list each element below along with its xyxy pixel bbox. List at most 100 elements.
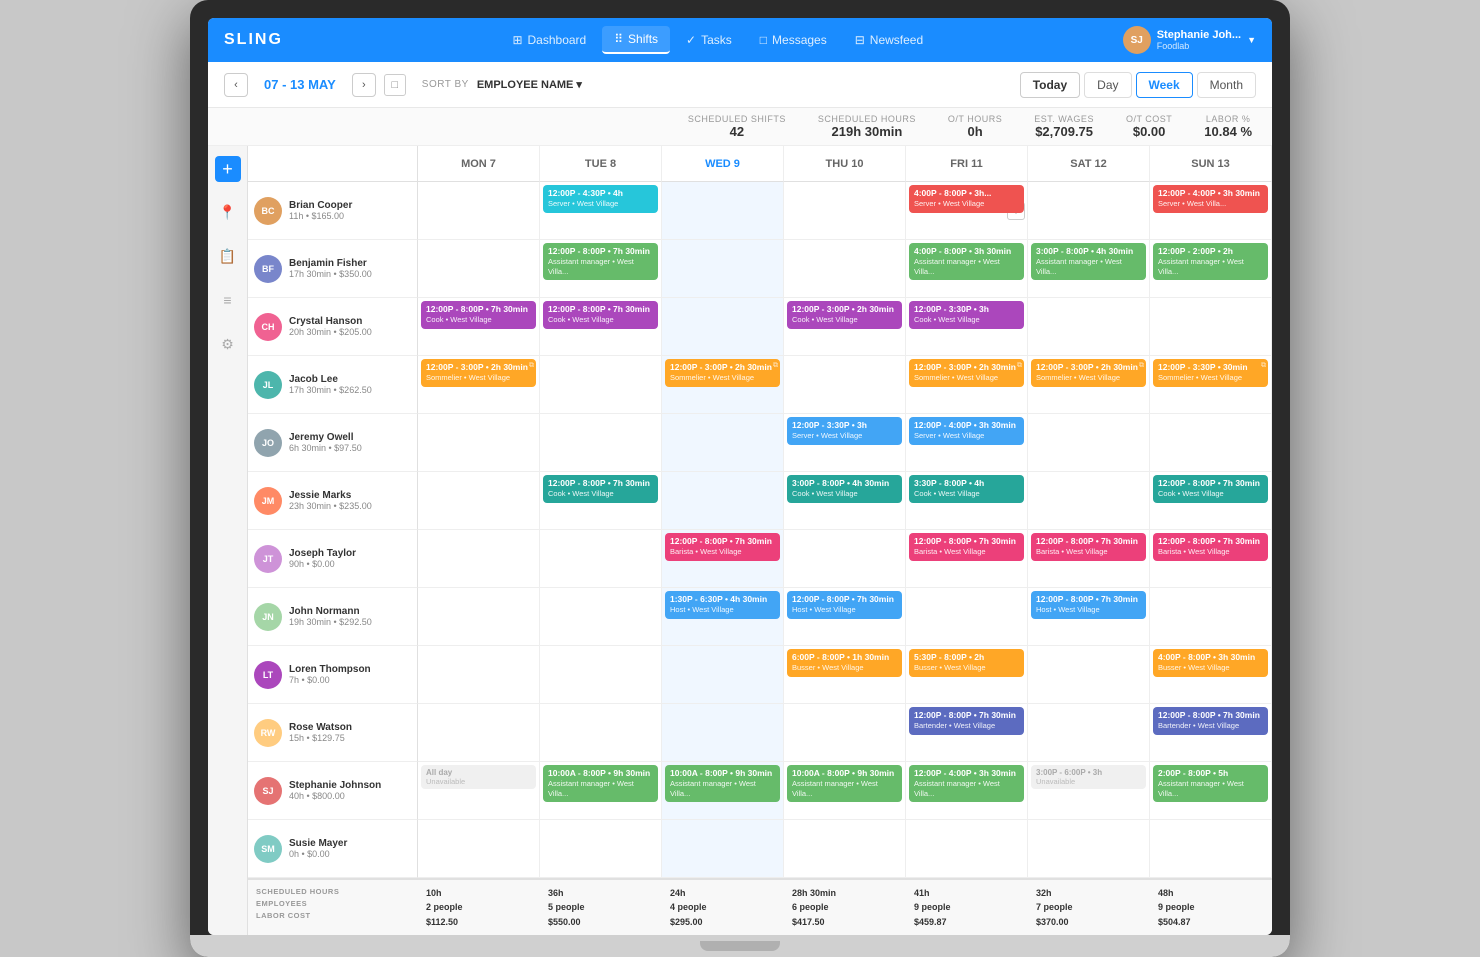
day-cell[interactable] (784, 240, 906, 298)
settings-icon[interactable]: ⚙ (214, 330, 242, 358)
day-cell[interactable] (662, 646, 784, 704)
day-cell[interactable]: 12:00P - 8:00P • 7h 30minBarista • West … (662, 530, 784, 588)
day-cell[interactable] (1028, 646, 1150, 704)
shift-block[interactable]: 12:00P - 3:30P • 3hServer • West Village (787, 417, 902, 445)
day-cell[interactable] (784, 182, 906, 240)
shift-block[interactable]: ⧉12:00P - 3:00P • 2h 30minSommelier • We… (909, 359, 1024, 387)
day-cell[interactable] (784, 356, 906, 414)
day-cell[interactable]: 12:00P - 4:00P • 3h 30minServer • West V… (906, 414, 1028, 472)
shift-block[interactable]: 12:00P - 4:00P • 3h 30minAssistant manag… (909, 765, 1024, 802)
week-view-button[interactable]: Week (1136, 72, 1193, 98)
shift-block[interactable]: 12:00P - 8:00P • 7h 30minCook • West Vil… (421, 301, 536, 329)
day-view-button[interactable]: Day (1084, 72, 1131, 98)
sort-dropdown[interactable]: EMPLOYEE NAME ▾ (477, 78, 582, 91)
day-cell[interactable]: ⧉12:00P - 3:00P • 2h 30minSommelier • We… (906, 356, 1028, 414)
nav-shifts[interactable]: ⠿ Shifts (602, 26, 670, 54)
day-cell[interactable]: ⧉12:00P - 3:30P • 30minSommelier • West … (1150, 356, 1272, 414)
today-button[interactable]: Today (1020, 72, 1080, 98)
day-cell[interactable]: 12:00P - 8:00P • 7h 30minCook • West Vil… (1150, 472, 1272, 530)
day-cell[interactable] (662, 414, 784, 472)
shift-block[interactable]: 12:00P - 8:00P • 7h 30minBartender • Wes… (909, 707, 1024, 735)
day-cell[interactable]: 12:00P - 8:00P • 7h 30minBarista • West … (906, 530, 1028, 588)
day-cell[interactable]: ⧉12:00P - 3:00P • 2h 30minSommelier • We… (1028, 356, 1150, 414)
day-cell[interactable] (784, 704, 906, 762)
day-cell[interactable]: 12:00P - 8:00P • 7h 30minBartender • Wes… (1150, 704, 1272, 762)
day-cell[interactable]: 12:00P - 3:30P • 3hCook • West Village (906, 298, 1028, 356)
shift-block[interactable]: 1:30P - 6:30P • 4h 30minHost • West Vill… (665, 591, 780, 619)
shift-block[interactable]: 12:00P - 4:30P • 4hServer • West Village (543, 185, 658, 213)
shift-block[interactable]: 12:00P - 4:00P • 3h 30minServer • West V… (1153, 185, 1268, 213)
day-cell[interactable] (418, 820, 540, 878)
day-cell[interactable] (784, 530, 906, 588)
nav-newsfeed[interactable]: ⊟ Newsfeed (843, 26, 935, 54)
day-cell[interactable] (906, 820, 1028, 878)
day-cell[interactable]: +4:00P - 8:00P • 3h...Server • West Vill… (906, 182, 1028, 240)
day-cell[interactable] (418, 182, 540, 240)
day-cell[interactable] (1028, 704, 1150, 762)
shift-block[interactable]: 3:00P - 8:00P • 4h 30minCook • West Vill… (787, 475, 902, 503)
day-cell[interactable]: 2:00P - 8:00P • 5hAssistant manager • We… (1150, 762, 1272, 820)
month-view-button[interactable]: Month (1197, 72, 1256, 98)
shift-block[interactable]: ⧉12:00P - 3:00P • 2h 30minSommelier • We… (421, 359, 536, 387)
shift-block[interactable]: 12:00P - 3:30P • 3hCook • West Village (909, 301, 1024, 329)
day-cell[interactable] (540, 704, 662, 762)
nav-dashboard[interactable]: ⊞ Dashboard (500, 26, 598, 54)
list-icon[interactable]: ≡ (214, 286, 242, 314)
shift-block[interactable]: 10:00A - 8:00P • 9h 30minAssistant manag… (787, 765, 902, 802)
day-cell[interactable]: 3:00P - 8:00P • 4h 30minCook • West Vill… (784, 472, 906, 530)
shift-block[interactable]: 10:00A - 8:00P • 9h 30minAssistant manag… (665, 765, 780, 802)
day-cell[interactable] (1150, 588, 1272, 646)
clipboard-icon[interactable]: 📋 (214, 242, 242, 270)
day-cell[interactable]: 10:00A - 8:00P • 9h 30minAssistant manag… (540, 762, 662, 820)
shift-block[interactable]: 12:00P - 8:00P • 7h 30minBarista • West … (665, 533, 780, 561)
day-cell[interactable]: 4:00P - 8:00P • 3h 30minAssistant manage… (906, 240, 1028, 298)
day-cell[interactable]: 1:30P - 6:30P • 4h 30minHost • West Vill… (662, 588, 784, 646)
shift-block[interactable]: ⧉12:00P - 3:00P • 2h 30minSommelier • We… (665, 359, 780, 387)
day-cell[interactable] (662, 704, 784, 762)
shift-block[interactable]: 12:00P - 8:00P • 7h 30minBarista • West … (909, 533, 1024, 561)
day-cell[interactable] (540, 646, 662, 704)
shift-block[interactable]: 3:00P - 8:00P • 4h 30minAssistant manage… (1031, 243, 1146, 280)
day-cell[interactable] (418, 530, 540, 588)
day-cell[interactable]: 12:00P - 8:00P • 7h 30minHost • West Vil… (1028, 588, 1150, 646)
day-cell[interactable] (418, 588, 540, 646)
day-cell[interactable] (662, 182, 784, 240)
day-cell[interactable]: All dayUnavailable (418, 762, 540, 820)
day-cell[interactable] (1028, 472, 1150, 530)
day-cell[interactable] (418, 646, 540, 704)
day-cell[interactable]: 10:00A - 8:00P • 9h 30minAssistant manag… (662, 762, 784, 820)
day-cell[interactable] (540, 530, 662, 588)
day-cell[interactable] (1028, 820, 1150, 878)
day-cell[interactable] (662, 820, 784, 878)
day-cell[interactable] (662, 298, 784, 356)
day-cell[interactable]: 12:00P - 2:00P • 2hAssistant manager • W… (1150, 240, 1272, 298)
day-cell[interactable]: 12:00P - 8:00P • 7h 30minHost • West Vil… (784, 588, 906, 646)
day-cell[interactable] (418, 240, 540, 298)
day-cell[interactable] (662, 240, 784, 298)
shift-block[interactable]: 12:00P - 8:00P • 7h 30minHost • West Vil… (787, 591, 902, 619)
shift-block[interactable]: 2:00P - 8:00P • 5hAssistant manager • We… (1153, 765, 1268, 802)
day-cell[interactable]: 3:30P - 8:00P • 4hCook • West Village (906, 472, 1028, 530)
day-cell[interactable] (1028, 182, 1150, 240)
shift-block[interactable]: ⧉12:00P - 3:30P • 30minSommelier • West … (1153, 359, 1268, 387)
add-button[interactable]: + (215, 156, 241, 182)
day-cell[interactable]: 12:00P - 3:30P • 3hServer • West Village (784, 414, 906, 472)
shift-block[interactable]: 12:00P - 2:00P • 2hAssistant manager • W… (1153, 243, 1268, 280)
shift-block[interactable]: 5:30P - 8:00P • 2hBusser • West Village (909, 649, 1024, 677)
calendar-icon[interactable]: □ (384, 74, 406, 96)
day-cell[interactable]: 12:00P - 8:00P • 7h 30minAssistant manag… (540, 240, 662, 298)
shift-block[interactable]: 12:00P - 8:00P • 7h 30minCook • West Vil… (1153, 475, 1268, 503)
shift-block[interactable]: 3:30P - 8:00P • 4hCook • West Village (909, 475, 1024, 503)
shift-block[interactable]: 4:00P - 8:00P • 3h 30minAssistant manage… (909, 243, 1024, 280)
shift-block[interactable]: ⧉12:00P - 3:00P • 2h 30minSommelier • We… (1031, 359, 1146, 387)
shift-block[interactable]: 12:00P - 8:00P • 7h 30minHost • West Vil… (1031, 591, 1146, 619)
day-cell[interactable]: 12:00P - 4:00P • 3h 30minServer • West V… (1150, 182, 1272, 240)
day-cell[interactable] (418, 414, 540, 472)
day-cell[interactable]: 12:00P - 8:00P • 7h 30minBartender • Wes… (906, 704, 1028, 762)
day-cell[interactable] (540, 820, 662, 878)
day-cell[interactable]: 12:00P - 8:00P • 7h 30minCook • West Vil… (540, 298, 662, 356)
day-cell[interactable]: 5:30P - 8:00P • 2hBusser • West Village (906, 646, 1028, 704)
day-cell[interactable]: 12:00P - 4:30P • 4hServer • West Village (540, 182, 662, 240)
day-cell[interactable]: ⧉12:00P - 3:00P • 2h 30minSommelier • We… (418, 356, 540, 414)
day-cell[interactable] (662, 472, 784, 530)
